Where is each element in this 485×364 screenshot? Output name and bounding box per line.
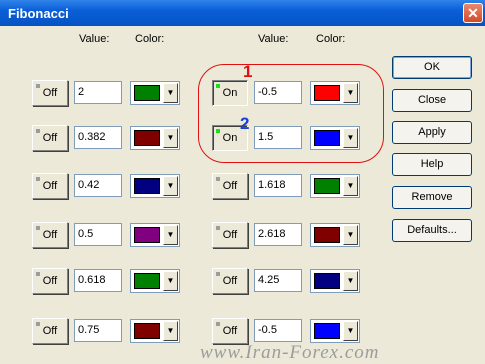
level-color-select[interactable]: ▼ bbox=[130, 269, 180, 293]
color-swatch bbox=[134, 130, 160, 146]
level-color-select[interactable]: ▼ bbox=[310, 269, 360, 293]
level-color-select[interactable]: ▼ bbox=[310, 223, 360, 247]
chevron-down-icon[interactable]: ▼ bbox=[343, 225, 358, 245]
close-icon: ✕ bbox=[467, 5, 479, 21]
remove-button[interactable]: Remove bbox=[392, 186, 472, 209]
ok-button[interactable]: OK bbox=[392, 56, 472, 79]
color-swatch bbox=[314, 273, 340, 289]
level-value-input[interactable]: 0.5 bbox=[74, 223, 122, 246]
apply-button[interactable]: Apply bbox=[392, 121, 472, 144]
status-led-icon bbox=[36, 322, 40, 326]
level-toggle-button[interactable]: Off bbox=[212, 173, 248, 199]
color-swatch bbox=[134, 178, 160, 194]
level-toggle-button[interactable]: Off bbox=[32, 80, 68, 106]
chevron-down-icon[interactable]: ▼ bbox=[163, 83, 178, 103]
level-value-input[interactable]: 1.618 bbox=[254, 174, 302, 197]
level-value-input[interactable]: 0.42 bbox=[74, 174, 122, 197]
level-value-input[interactable]: 0.75 bbox=[74, 319, 122, 342]
status-led-icon bbox=[36, 84, 40, 88]
color-swatch bbox=[134, 85, 160, 101]
color-swatch bbox=[134, 227, 160, 243]
toggle-label: Off bbox=[222, 180, 238, 192]
level-value-input[interactable]: 2.618 bbox=[254, 223, 302, 246]
fibonacci-dialog: Fibonacci ✕ Value: Color: Value: Color: … bbox=[0, 0, 485, 364]
level-toggle-button[interactable]: Off bbox=[32, 268, 68, 294]
window-title: Fibonacci bbox=[8, 6, 69, 21]
left-color-header: Color: bbox=[135, 33, 165, 45]
close-window-button[interactable]: ✕ bbox=[463, 3, 483, 23]
toggle-label: Off bbox=[222, 275, 238, 287]
left-value-header: Value: bbox=[79, 33, 110, 45]
status-led-icon bbox=[36, 177, 40, 181]
level-toggle-button[interactable]: Off bbox=[212, 268, 248, 294]
level-value-input[interactable]: 4.25 bbox=[254, 269, 302, 292]
right-value-header: Value: bbox=[258, 33, 289, 45]
level-toggle-button[interactable]: Off bbox=[212, 318, 248, 344]
level-color-select[interactable]: ▼ bbox=[130, 81, 180, 105]
status-led-icon bbox=[216, 226, 220, 230]
level-value-input[interactable]: 2 bbox=[74, 81, 122, 104]
chevron-down-icon[interactable]: ▼ bbox=[163, 225, 178, 245]
toggle-label: Off bbox=[42, 132, 58, 144]
color-swatch bbox=[314, 178, 340, 194]
color-swatch bbox=[134, 273, 160, 289]
chevron-down-icon[interactable]: ▼ bbox=[343, 321, 358, 341]
level-toggle-button[interactable]: Off bbox=[32, 318, 68, 344]
chevron-down-icon[interactable]: ▼ bbox=[343, 176, 358, 196]
toggle-label: Off bbox=[222, 229, 238, 241]
level-toggle-button[interactable]: Off bbox=[212, 222, 248, 248]
status-led-icon bbox=[216, 272, 220, 276]
level-color-select[interactable]: ▼ bbox=[130, 223, 180, 247]
status-led-icon bbox=[36, 226, 40, 230]
level-color-select[interactable]: ▼ bbox=[130, 319, 180, 343]
level-toggle-button[interactable]: Off bbox=[32, 173, 68, 199]
toggle-label: Off bbox=[42, 180, 58, 192]
right-color-header: Color: bbox=[316, 33, 346, 45]
toggle-label: Off bbox=[42, 325, 58, 337]
chevron-down-icon[interactable]: ▼ bbox=[163, 321, 178, 341]
level-color-select[interactable]: ▼ bbox=[310, 319, 360, 343]
level-toggle-button[interactable]: Off bbox=[32, 125, 68, 151]
defaults-button[interactable]: Defaults... bbox=[392, 219, 472, 242]
status-led-icon bbox=[216, 177, 220, 181]
annotation-1: 1 bbox=[243, 62, 253, 81]
color-swatch bbox=[314, 227, 340, 243]
close-button[interactable]: Close bbox=[392, 89, 472, 112]
level-toggle-button[interactable]: Off bbox=[32, 222, 68, 248]
level-value-input[interactable]: 0.382 bbox=[74, 126, 122, 149]
watermark: www.Iran-Forex.com bbox=[200, 342, 380, 363]
chevron-down-icon[interactable]: ▼ bbox=[163, 176, 178, 196]
level-value-input[interactable]: 0.618 bbox=[74, 269, 122, 292]
toggle-label: Off bbox=[42, 229, 58, 241]
status-led-icon bbox=[36, 272, 40, 276]
toggle-label: Off bbox=[42, 275, 58, 287]
chevron-down-icon[interactable]: ▼ bbox=[163, 128, 178, 148]
toggle-label: Off bbox=[222, 325, 238, 337]
chevron-down-icon[interactable]: ▼ bbox=[343, 271, 358, 291]
title-bar: Fibonacci ✕ bbox=[0, 0, 485, 26]
level-color-select[interactable]: ▼ bbox=[130, 174, 180, 198]
color-swatch bbox=[314, 323, 340, 339]
status-led-icon bbox=[36, 129, 40, 133]
status-led-icon bbox=[216, 322, 220, 326]
color-swatch bbox=[134, 323, 160, 339]
highlight-circle bbox=[198, 64, 384, 163]
chevron-down-icon[interactable]: ▼ bbox=[163, 271, 178, 291]
level-color-select[interactable]: ▼ bbox=[130, 126, 180, 150]
level-color-select[interactable]: ▼ bbox=[310, 174, 360, 198]
toggle-label: Off bbox=[42, 87, 58, 99]
level-value-input[interactable]: -0.5 bbox=[254, 319, 302, 342]
annotation-2: 2 bbox=[240, 114, 250, 133]
help-button[interactable]: Help bbox=[392, 153, 472, 176]
